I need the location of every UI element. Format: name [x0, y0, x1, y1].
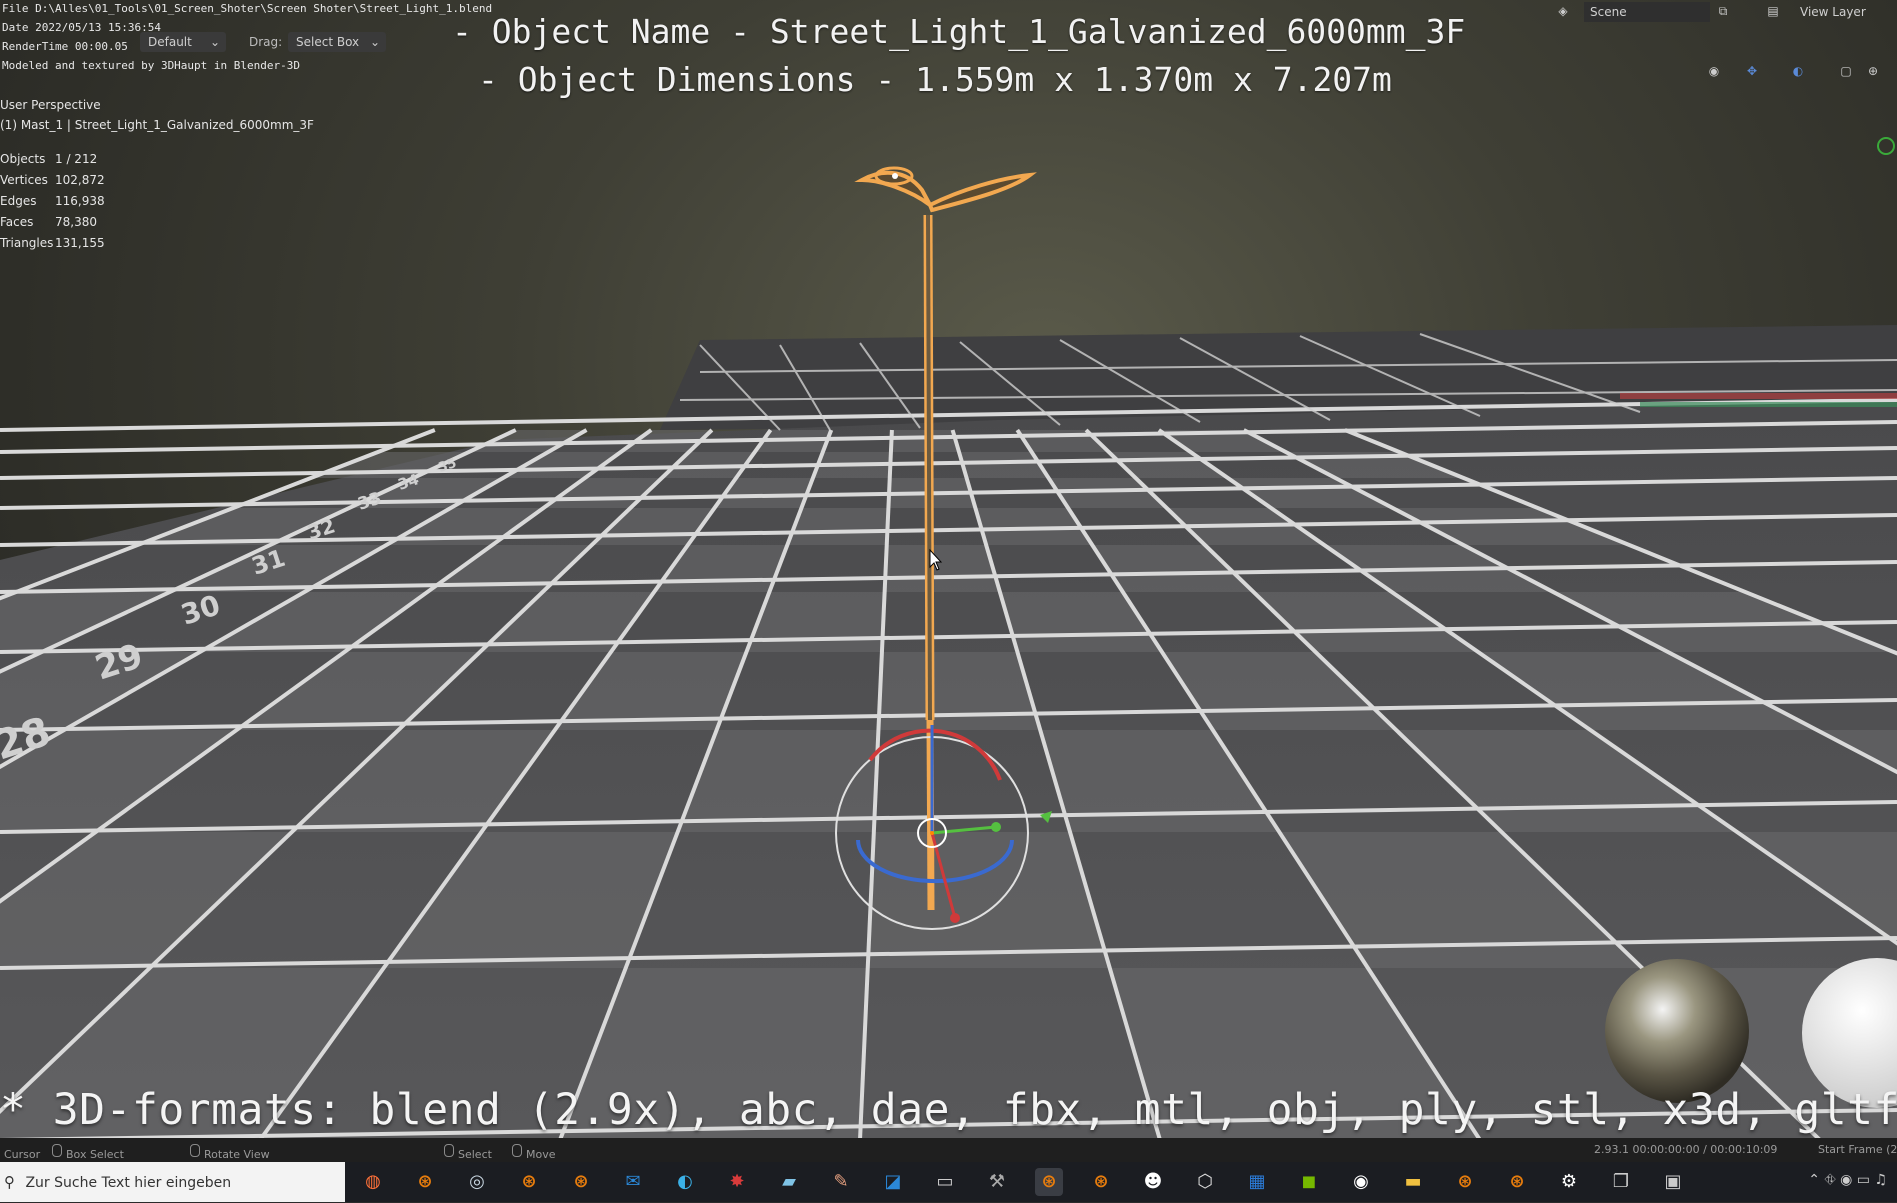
paint-icon[interactable]: ✎	[827, 1168, 855, 1196]
stat-row: Vertices 102,872	[0, 173, 105, 187]
blender-icon[interactable]: ⊛	[1035, 1168, 1063, 1196]
render-time: RenderTime 00:00.05	[2, 40, 128, 53]
3d-viewport[interactable]: 28 29 30 31 32 33 34 35 File D:\Alles\01…	[0, 0, 1897, 1202]
hdri-preview-sphere	[1605, 959, 1749, 1103]
date-line: Date 2022/05/13 15:36:54	[2, 21, 161, 34]
firefox-icon[interactable]: ◍	[359, 1168, 387, 1196]
app-icon[interactable]: ✸	[723, 1168, 751, 1196]
wireframe-shading-icon[interactable]: ⊕	[1862, 62, 1884, 80]
gizmo-toggle-icon[interactable]: ✥	[1741, 62, 1763, 80]
search-placeholder: Zur Suche Text hier eingeben	[25, 1175, 232, 1191]
object-name-overlay: - Object Name - Street_Light_1_Galvanize…	[452, 12, 1466, 51]
stat-row: Faces 78,380	[0, 215, 97, 229]
system-tray[interactable]: ⌃ ⛗ ◉ ▭ ♫	[1808, 1172, 1887, 1188]
media-icon[interactable]: ◉	[1347, 1168, 1375, 1196]
mouse-right-icon	[512, 1143, 522, 1157]
mouse-middle-icon	[190, 1143, 200, 1157]
mouse-left-icon	[444, 1143, 454, 1157]
scene-render: 2829303132333435	[0, 137, 1897, 1142]
windows-taskbar: ⚲ Zur Suche Text hier eingeben ◍ ⊛ ◎ ⊛ ⊛ ✉ ◐ ✸ ▰…	[0, 1162, 1897, 1202]
stat-key: Triangles	[0, 236, 54, 250]
stat-row: Edges 116,938	[0, 194, 105, 208]
chevron-down-icon: ⌄	[369, 35, 380, 49]
explorer-icon[interactable]: ◪	[879, 1168, 907, 1196]
drag-label: Drag:	[249, 35, 283, 49]
stat-value: 1 / 212	[55, 152, 98, 166]
blender-icon[interactable]: ⊛	[411, 1168, 439, 1196]
scene-selector[interactable]: Scene	[1584, 2, 1710, 22]
stat-row: Objects 1 / 212	[0, 152, 97, 166]
view-perspective: User Perspective	[0, 98, 101, 112]
stat-value: 131,155	[55, 236, 105, 250]
files-icon[interactable]: ❐	[1607, 1168, 1635, 1196]
tool-icon[interactable]: ⚒	[983, 1168, 1011, 1196]
object-dimensions-overlay: - Object Dimensions - 1.559m x 1.370m x …	[478, 60, 1392, 99]
stat-key: Objects	[0, 152, 46, 166]
calendar-icon[interactable]: ▦	[1243, 1168, 1271, 1196]
status-select: Select	[444, 1143, 492, 1161]
floor-tile	[878, 652, 1041, 730]
stat-key: Vertices	[0, 173, 48, 187]
settings-icon[interactable]: ⚙	[1555, 1168, 1583, 1196]
box-icon[interactable]: ⬡	[1191, 1168, 1219, 1196]
new-scene-icon[interactable]: ⧉	[1712, 2, 1734, 20]
status-dot-icon	[1877, 137, 1895, 155]
stat-key: Edges	[0, 194, 37, 208]
monitor-icon[interactable]: ▣	[1659, 1168, 1687, 1196]
blender-icon[interactable]: ⊛	[1503, 1168, 1531, 1196]
overlay-toggle-icon[interactable]: ◐	[1787, 62, 1809, 80]
modeled-by: Modeled and textured by 3DHaupt in Blend…	[2, 59, 301, 72]
stat-key: Faces	[0, 215, 34, 229]
stat-value: 102,872	[55, 173, 105, 187]
status-move: Move	[512, 1143, 556, 1161]
orientation-dropdown[interactable]: Default ⌄	[140, 32, 226, 52]
status-box-select: Box Select	[52, 1143, 124, 1161]
status-rotate-view: Rotate View	[190, 1143, 270, 1161]
blender-icon[interactable]: ⊛	[1087, 1168, 1115, 1196]
drag-mode-value: Select Box	[296, 35, 360, 49]
folder-icon[interactable]: ▬	[1399, 1168, 1427, 1196]
active-object-info: (1) Mast_1 | Street_Light_1_Galvanized_6…	[0, 118, 314, 132]
red-marker-strip	[1620, 393, 1897, 399]
green-marker-strip	[1640, 402, 1897, 407]
chevron-down-icon: ⌄	[209, 35, 220, 49]
floor-tile	[867, 832, 1110, 968]
view-layer-label[interactable]: View Layer	[1800, 2, 1866, 22]
mail-icon[interactable]: ✉	[619, 1168, 647, 1196]
blender-icon[interactable]: ⊛	[567, 1168, 595, 1196]
notes-icon[interactable]: ▰	[775, 1168, 803, 1196]
xray-icon[interactable]: ▢	[1835, 62, 1857, 80]
floor-tile	[884, 545, 1000, 592]
panda-icon[interactable]: ☻	[1139, 1168, 1167, 1196]
steam-icon[interactable]: ◎	[463, 1168, 491, 1196]
nvidia-icon[interactable]: ◼	[1295, 1168, 1323, 1196]
taskbar-search-box[interactable]: ⚲ Zur Suche Text hier eingeben	[0, 1162, 345, 1202]
view-layer-icon[interactable]: ▤	[1762, 2, 1784, 20]
search-icon: ⚲	[4, 1173, 15, 1191]
stat-row: Triangles 131,155	[0, 236, 105, 250]
orientation-value: Default	[148, 35, 192, 49]
mouse-left-icon	[52, 1143, 62, 1157]
formats-caption: * 3D-formats: blend (2.9x), abc, dae, fb…	[0, 1085, 1897, 1135]
visibility-icon[interactable]: ◉	[1703, 62, 1725, 80]
stat-value: 116,938	[55, 194, 105, 208]
scene-icon[interactable]: ◈	[1552, 2, 1574, 20]
edge-icon[interactable]: ◐	[671, 1168, 699, 1196]
file-path: File D:\Alles\01_Tools\01_Screen_Shoter\…	[2, 2, 493, 15]
blender-icon[interactable]: ⊛	[515, 1168, 543, 1196]
floor-tile	[787, 508, 889, 545]
scene-label: Scene	[1590, 5, 1627, 19]
version-time: 2.93.1 00:00:00:00 / 00:00:10:09	[1594, 1143, 1778, 1156]
blender-icon[interactable]: ⊛	[1451, 1168, 1479, 1196]
stat-value: 78,380	[55, 215, 97, 229]
terminal-icon[interactable]: ▭	[931, 1168, 959, 1196]
start-frame: Start Frame (2	[1818, 1143, 1897, 1156]
drag-mode-dropdown[interactable]: Select Box ⌄	[288, 32, 386, 52]
status-bar: Cursor Box Select Rotate View Select Mov…	[0, 1138, 1897, 1162]
